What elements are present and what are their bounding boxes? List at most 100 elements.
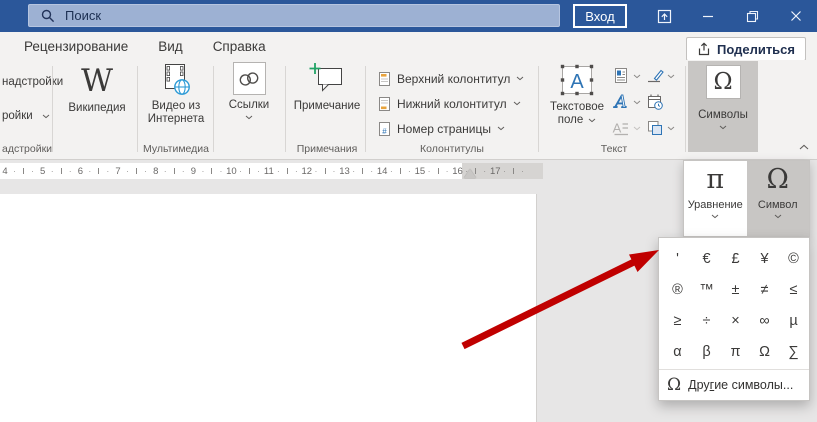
symbol-cell[interactable]: µ bbox=[779, 305, 808, 336]
ruler-unit: 9 · · bbox=[190, 165, 223, 177]
symbol-cell[interactable]: ∞ bbox=[750, 305, 779, 336]
chevron-down-icon bbox=[497, 126, 505, 131]
symbol-cell[interactable]: ' bbox=[663, 243, 692, 274]
links-label: Ссылки bbox=[228, 99, 270, 111]
symbol-button[interactable]: Ω Символ bbox=[746, 161, 809, 236]
group-label-addins: адстройки bbox=[2, 143, 53, 155]
tab[interactable]: Вид bbox=[158, 39, 182, 54]
svg-text:#: # bbox=[382, 127, 387, 136]
word-window: Поиск Вход Рецензирование Вид Справка По… bbox=[0, 0, 817, 422]
symbols-button[interactable]: Ω Символы bbox=[688, 61, 758, 152]
search-icon bbox=[41, 9, 55, 22]
new-comment-icon bbox=[309, 63, 342, 92]
signature-line-button[interactable] bbox=[646, 63, 675, 89]
object-icon bbox=[648, 121, 662, 135]
chevron-down-icon bbox=[774, 214, 782, 219]
symbol-cell[interactable]: ≥ bbox=[663, 305, 692, 336]
symbol-cell[interactable]: π bbox=[721, 336, 750, 367]
symbol-cell[interactable]: ® bbox=[663, 274, 692, 305]
minimize-button[interactable] bbox=[686, 0, 730, 32]
ruler-unit: 4 · · bbox=[2, 165, 34, 177]
links-button[interactable]: Ссылки bbox=[216, 62, 282, 120]
symbol-cell[interactable]: ∑ bbox=[779, 336, 808, 367]
comment-label: Примечание bbox=[293, 100, 361, 112]
group-label-text: Текст bbox=[600, 143, 628, 155]
tab[interactable]: Справка bbox=[213, 39, 266, 54]
comment-button[interactable]: Примечание bbox=[290, 62, 364, 113]
drop-cap-button[interactable]: A bbox=[612, 115, 641, 141]
symbol-cell[interactable]: © bbox=[779, 243, 808, 274]
chevron-down-icon bbox=[633, 74, 641, 78]
online-video-button[interactable]: Видео из Интернета bbox=[140, 62, 212, 126]
symbols-label: Символы bbox=[698, 109, 748, 121]
document-page[interactable] bbox=[0, 194, 537, 422]
page-number-button-label: Номер страницы bbox=[397, 121, 491, 136]
equation-button[interactable]: π Уравнение bbox=[684, 161, 747, 236]
omega-icon: Ω bbox=[705, 65, 741, 99]
svg-text:A: A bbox=[570, 71, 584, 93]
quick-parts-icon bbox=[615, 68, 627, 83]
symbol-cell[interactable]: × bbox=[721, 305, 750, 336]
header-button[interactable]: Верхний колонтитул bbox=[378, 66, 524, 91]
my-addins-label: ройки bbox=[2, 110, 33, 122]
get-addins-button[interactable]: надстройки bbox=[2, 76, 63, 88]
drop-cap-icon: A bbox=[613, 121, 628, 136]
text-box-icon: A bbox=[560, 64, 594, 96]
ruler-unit: 15 · · bbox=[414, 165, 449, 177]
ruler-unit: 17 · · bbox=[489, 165, 524, 177]
collapse-ribbon-button[interactable] bbox=[796, 140, 812, 154]
symbol-cell[interactable]: α bbox=[663, 336, 692, 367]
sign-in-button[interactable]: Вход bbox=[573, 4, 627, 28]
omega-icon: Ω bbox=[667, 375, 682, 395]
text-box-label-1: Текстовое bbox=[550, 101, 604, 113]
symbol-cell[interactable]: ¥ bbox=[750, 243, 779, 274]
symbol-cell[interactable]: ™ bbox=[692, 274, 721, 305]
my-addins-button[interactable]: ройки bbox=[2, 110, 50, 122]
ruler-unit: 13 · · bbox=[339, 165, 374, 177]
omega-icon: Ω bbox=[766, 164, 789, 195]
object-button[interactable] bbox=[646, 115, 675, 141]
wikipedia-button[interactable]: W Википедия bbox=[58, 62, 136, 115]
chevron-down-icon bbox=[633, 126, 641, 130]
svg-text:A: A bbox=[613, 121, 622, 136]
chevron-down-icon bbox=[245, 115, 253, 120]
more-symbols-button[interactable]: Ω Другие символы... bbox=[659, 369, 809, 400]
ruler-unit: 11 · · bbox=[263, 165, 298, 177]
symbol-cell[interactable]: Ω bbox=[750, 336, 779, 367]
restore-button[interactable] bbox=[730, 0, 774, 32]
footer-button[interactable]: Нижний колонтитул bbox=[378, 91, 524, 116]
text-box-button[interactable]: A Текстовое поле bbox=[544, 62, 610, 127]
wordart-button[interactable]: A bbox=[612, 89, 641, 115]
group-label-comments: Примечания bbox=[296, 143, 358, 155]
symbol-cell[interactable]: € bbox=[692, 243, 721, 274]
chevron-down-icon bbox=[513, 101, 520, 106]
symbol-cell[interactable]: β bbox=[692, 336, 721, 367]
ribbon-display-options-icon bbox=[657, 9, 671, 23]
symbol-cell[interactable]: £ bbox=[721, 243, 750, 274]
wordart-icon: A bbox=[612, 93, 627, 111]
ruler-unit: 12 · · bbox=[301, 165, 336, 177]
svg-text:A: A bbox=[613, 93, 627, 111]
symbol-cell[interactable]: ≠ bbox=[750, 274, 779, 305]
chevron-down-icon bbox=[517, 76, 524, 81]
symbol-cell[interactable]: ± bbox=[721, 274, 750, 305]
restore-icon bbox=[746, 10, 758, 22]
share-button[interactable]: Поделиться bbox=[685, 37, 806, 61]
tab-list: Рецензирование Вид Справка bbox=[24, 39, 266, 54]
right-indent-marker[interactable] bbox=[464, 169, 476, 178]
page-number-icon: # bbox=[379, 121, 390, 136]
quick-parts-button[interactable] bbox=[612, 63, 641, 89]
symbol-cell[interactable]: ≤ bbox=[779, 274, 808, 305]
search-placeholder: Поиск bbox=[65, 8, 102, 23]
tab[interactable]: Рецензирование bbox=[24, 39, 128, 54]
pi-icon: π bbox=[706, 164, 725, 195]
date-time-button[interactable] bbox=[646, 89, 675, 115]
symbols-group-flyout: π Уравнение Ω Символ bbox=[683, 160, 810, 237]
ribbon-display-options-button[interactable] bbox=[642, 0, 686, 32]
page-number-button[interactable]: # Номер страницы bbox=[378, 116, 524, 141]
search-input[interactable]: Поиск bbox=[28, 4, 560, 27]
symbol-cell[interactable]: ÷ bbox=[692, 305, 721, 336]
date-time-icon bbox=[648, 94, 663, 110]
close-button[interactable] bbox=[774, 0, 817, 32]
online-video-label-1: Видео из bbox=[151, 100, 201, 112]
